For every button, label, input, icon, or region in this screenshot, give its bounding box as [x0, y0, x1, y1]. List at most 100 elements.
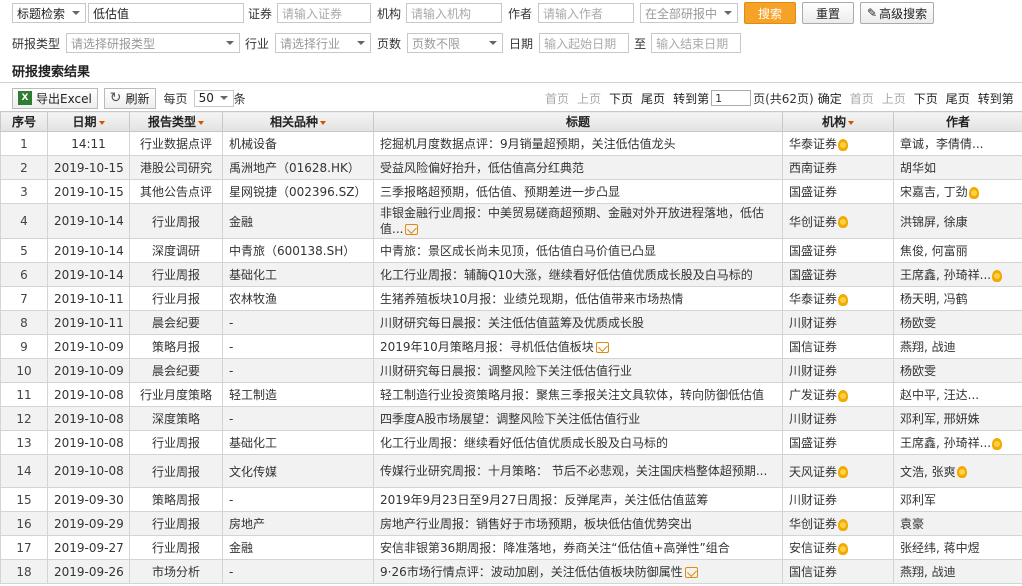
- cell-product[interactable]: 轻工制造: [222, 382, 374, 407]
- cell-product[interactable]: 金融: [222, 203, 374, 239]
- cell-product[interactable]: 中青旅（600138.SH）: [222, 238, 374, 263]
- cell-product[interactable]: 机械设备: [222, 131, 374, 156]
- per-page-select[interactable]: 50: [193, 89, 234, 107]
- table-row[interactable]: 2 2019-10-15 港股公司研究 禹洲地产（01628.HK） 受益风险偏好抬升，…: [0, 155, 1022, 180]
- scope-select[interactable]: 在全部研报中: [640, 3, 739, 23]
- cell-product[interactable]: 禹洲地产（01628.HK）: [222, 155, 374, 180]
- cell-title[interactable]: 化工行业周报：辅酶Q10大涨，继续看好低估值优质成长股及白马标的: [373, 262, 783, 287]
- col-type[interactable]: 报告类型: [129, 111, 223, 132]
- cell-product[interactable]: -: [222, 487, 374, 512]
- pager-next-2[interactable]: 下页: [914, 90, 938, 107]
- cell-product[interactable]: 基础化工: [222, 430, 374, 455]
- cell-product[interactable]: 金融: [222, 535, 374, 560]
- col-title[interactable]: 标题: [373, 111, 783, 132]
- cell-title[interactable]: 川财研究每日晨报：关注低估值蓝筹及优质成长股: [373, 310, 783, 335]
- export-excel-button[interactable]: X 导出Excel: [12, 87, 98, 109]
- pager-next[interactable]: 下页: [609, 90, 633, 107]
- keyword-input[interactable]: 低估值: [88, 3, 244, 23]
- table-row[interactable]: 9 2019-10-09 策略月报 - 2019年10月策略月报：寻机低估值板块 国信证券…: [0, 334, 1022, 359]
- type-select[interactable]: 请选择研报类型: [66, 33, 241, 53]
- cell-product[interactable]: -: [222, 334, 374, 359]
- author-input[interactable]: 请输入作者: [538, 3, 635, 23]
- cell-product[interactable]: 文化传媒: [222, 454, 374, 488]
- cell-title[interactable]: 挖掘机月度数据点评：9月销量超预期，关注低估值龙头: [373, 131, 783, 156]
- cell-product[interactable]: -: [222, 559, 374, 584]
- cell-index-text: 4: [20, 214, 28, 228]
- table-row[interactable]: 10 2019-10-09 晨会纪要 - 川财研究每日晨报：调整风险下关注低估值行业 川财…: [0, 358, 1022, 383]
- col-index[interactable]: 序号: [0, 111, 48, 132]
- reset-button[interactable]: 重置: [802, 2, 855, 24]
- cell-title[interactable]: 房地产行业周报：销售好于市场预期，板块低估值优势突出: [373, 511, 783, 536]
- cell-product[interactable]: -: [222, 406, 374, 431]
- org-input[interactable]: 请输入机构: [406, 3, 503, 23]
- attachment-icon[interactable]: [684, 567, 698, 578]
- cell-product[interactable]: -: [222, 310, 374, 335]
- search-button[interactable]: 搜索: [744, 2, 797, 24]
- cell-title[interactable]: 非银金融行业周报：中美贸易磋商超预期、金融对外开放进程落地，低估值...: [373, 203, 783, 239]
- cell-product[interactable]: 农林牧渔: [222, 286, 374, 311]
- table-row[interactable]: 13 2019-10-08 行业周报 基础化工 化工行业周报：继续看好低估值优质成长股及…: [0, 430, 1022, 455]
- pager-confirm[interactable]: 确定: [818, 90, 842, 107]
- cell-product[interactable]: 星网锐捷（002396.SZ）: [222, 179, 374, 204]
- cell-date: 2019-09-27: [47, 535, 130, 560]
- table-row[interactable]: 15 2019-09-30 策略周报 - 2019年9月23日至9月27日周报：反弹尾声…: [0, 487, 1022, 512]
- table-row[interactable]: 1 14:11 行业数据点评 机械设备 挖掘机月度数据点评：9月销量超预期，关注低估值龙…: [0, 131, 1022, 156]
- cell-title[interactable]: 化工行业周报：继续看好低估值优质成长股及白马标的: [373, 430, 783, 455]
- cell-title[interactable]: 传媒行业研究周报：十月策略： 节后不必悲观，关注国庆档整体超预期...: [373, 454, 783, 488]
- cell-org-text: 川财证券: [789, 412, 838, 426]
- cell-product[interactable]: -: [222, 358, 374, 383]
- cell-title[interactable]: 四季度A股市场展望：调整风险下关注低估值行业: [373, 406, 783, 431]
- cell-title[interactable]: 中青旅：景区成长尚未见顶，低估值白马价值已凸显: [373, 238, 783, 263]
- industry-select[interactable]: 请选择行业: [275, 33, 372, 53]
- start-date-input[interactable]: 输入起始日期: [539, 33, 630, 53]
- table-row[interactable]: 6 2019-10-14 行业周报 基础化工 化工行业周报：辅酶Q10大涨，继续看好低估…: [0, 262, 1022, 287]
- table-row[interactable]: 4 2019-10-14 行业周报 金融 非银金融行业周报：中美贸易磋商超预期、金融对外…: [0, 203, 1022, 239]
- pager-last[interactable]: 尾页: [641, 90, 665, 107]
- table-row[interactable]: 8 2019-10-11 晨会纪要 - 川财研究每日晨报：关注低估值蓝筹及优质成长股 川财…: [0, 310, 1022, 335]
- table-row[interactable]: 14 2019-10-08 行业周报 文化传媒 传媒行业研究周报：十月策略： 节后不必悲…: [0, 454, 1022, 488]
- field-select[interactable]: 标题检索: [12, 3, 86, 23]
- cell-index: 15: [0, 487, 48, 512]
- table-row[interactable]: 17 2019-09-27 行业周报 金融 安信非银第36期周报：降准落地，券商关注“低…: [0, 535, 1022, 560]
- table-row[interactable]: 5 2019-10-14 深度调研 中青旅（600138.SH） 中青旅：景区成长尚未见…: [0, 238, 1022, 263]
- col-product[interactable]: 相关品种: [222, 111, 374, 132]
- results-toolbar: X 导出Excel ↻ 刷新 每页 50 条 首页 上页 下页 尾页 转到第 1…: [0, 86, 1022, 110]
- security-input[interactable]: 请输入证券: [277, 3, 372, 23]
- col-date-label: 日期: [72, 115, 97, 129]
- table-row[interactable]: 11 2019-10-08 行业月度策略 轻工制造 轻工制造行业投资策略月报：聚焦三季报…: [0, 382, 1022, 407]
- cell-product[interactable]: 房地产: [222, 511, 374, 536]
- cell-title[interactable]: 2019年10月策略月报：寻机低估值板块: [373, 334, 783, 359]
- cell-title[interactable]: 三季报略超预期，低估值、预期差进一步凸显: [373, 179, 783, 204]
- cell-title[interactable]: 轻工制造行业投资策略月报：聚焦三季报关注文具软体，转向防御低估值: [373, 382, 783, 407]
- col-org[interactable]: 机构: [782, 111, 894, 132]
- cell-org: 国信证券: [782, 334, 894, 359]
- advanced-search-button[interactable]: ✎ 高级搜索: [860, 2, 935, 24]
- table-row[interactable]: 16 2019-09-29 行业周报 房地产 房地产行业周报：销售好于市场预期，板块低估…: [0, 511, 1022, 536]
- cell-date-text: 2019-10-08: [54, 387, 124, 402]
- pager-page-input[interactable]: 1: [711, 90, 752, 106]
- table-row[interactable]: 12 2019-10-08 深度策略 - 四季度A股市场展望：调整风险下关注低估值行业 川…: [0, 406, 1022, 431]
- table-row[interactable]: 3 2019-10-15 其他公告点评 星网锐捷（002396.SZ） 三季报略超预期，…: [0, 179, 1022, 204]
- pager-prev-2[interactable]: 上页: [882, 90, 906, 107]
- pager-first[interactable]: 首页: [545, 90, 569, 107]
- cell-product[interactable]: 基础化工: [222, 262, 374, 287]
- attachment-icon[interactable]: [595, 342, 609, 353]
- cell-title[interactable]: 9·26市场行情点评：波动加剧，关注低估值板块防御属性: [373, 559, 783, 584]
- col-author[interactable]: 作者: [893, 111, 1022, 132]
- cell-title[interactable]: 2019年9月23日至9月27日周报：反弹尾声，关注低估值蓝筹: [373, 487, 783, 512]
- pager-last-2[interactable]: 尾页: [946, 90, 970, 107]
- pager-first-2[interactable]: 首页: [850, 90, 874, 107]
- table-row[interactable]: 7 2019-10-11 行业月报 农林牧渔 生猪养殖板块10月报：业绩兑现期，低估值带…: [0, 286, 1022, 311]
- mail-icon[interactable]: [405, 224, 419, 235]
- refresh-button[interactable]: ↻ 刷新: [103, 87, 156, 109]
- pager-prev[interactable]: 上页: [577, 90, 601, 107]
- table-row[interactable]: 18 2019-09-26 市场分析 - 9·26市场行情点评：波动加剧，关注低估值板块…: [0, 559, 1022, 584]
- cell-org-text: 川财证券: [789, 364, 838, 378]
- cell-title[interactable]: 安信非银第36期周报：降准落地，券商关注“低估值+高弹性”组合: [373, 535, 783, 560]
- pages-select[interactable]: 页数不限: [407, 33, 504, 53]
- cell-title[interactable]: 生猪养殖板块10月报：业绩兑现期，低估值带来市场热情: [373, 286, 783, 311]
- cell-title[interactable]: 受益风险偏好抬升，低估值高分红典范: [373, 155, 783, 180]
- cell-title[interactable]: 川财研究每日晨报：调整风险下关注低估值行业: [373, 358, 783, 383]
- end-date-input[interactable]: 输入结束日期: [651, 33, 742, 53]
- col-date[interactable]: 日期: [47, 111, 130, 132]
